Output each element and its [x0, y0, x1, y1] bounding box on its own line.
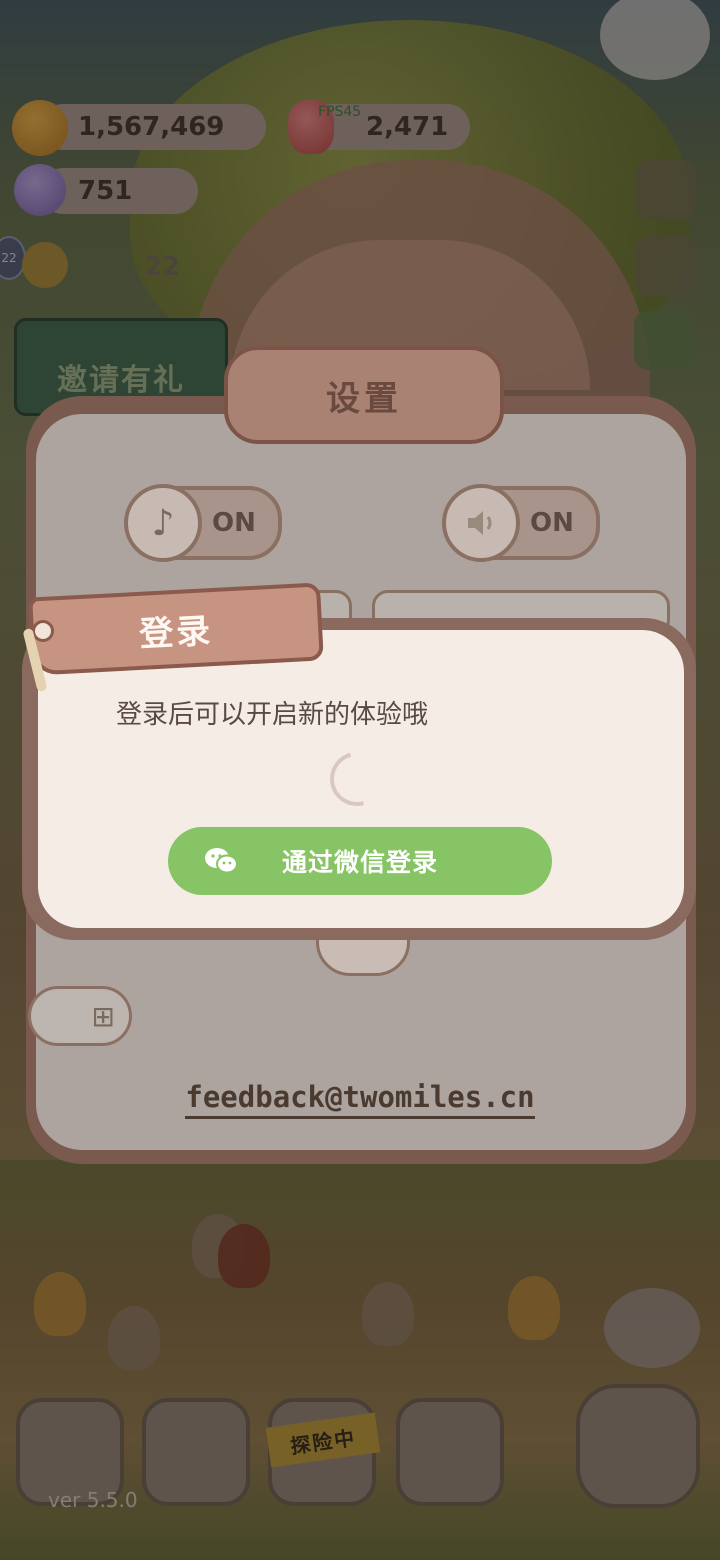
settings-title: 设置	[326, 378, 402, 419]
login-title: 登录	[138, 610, 215, 655]
feedback-row: feedback@twomiles.cn	[0, 1080, 720, 1119]
wechat-login-label: 通过微信登录	[281, 848, 438, 877]
speaker-icon-graphic	[468, 511, 492, 535]
music-toggle-state: ON	[212, 508, 256, 538]
wechat-icon	[205, 848, 238, 874]
wechat-login-button[interactable]: 通过微信登录	[168, 827, 552, 895]
sound-toggle-state: ON	[530, 508, 574, 538]
login-title-tag: 登录	[28, 582, 324, 676]
music-note-icon: ♪	[124, 484, 202, 562]
login-message: 登录后可以开启新的体验哦	[116, 700, 429, 730]
settings-side-tab[interactable]: ⊞	[28, 986, 132, 1046]
feedback-email-link[interactable]: feedback@twomiles.cn	[185, 1080, 535, 1119]
tag-hole-icon	[32, 620, 54, 642]
speaker-icon	[442, 484, 520, 562]
settings-title-plate: 设置	[224, 346, 504, 444]
sound-toggle[interactable]: ON	[442, 484, 600, 562]
music-toggle[interactable]: ♪ ON	[124, 484, 282, 562]
